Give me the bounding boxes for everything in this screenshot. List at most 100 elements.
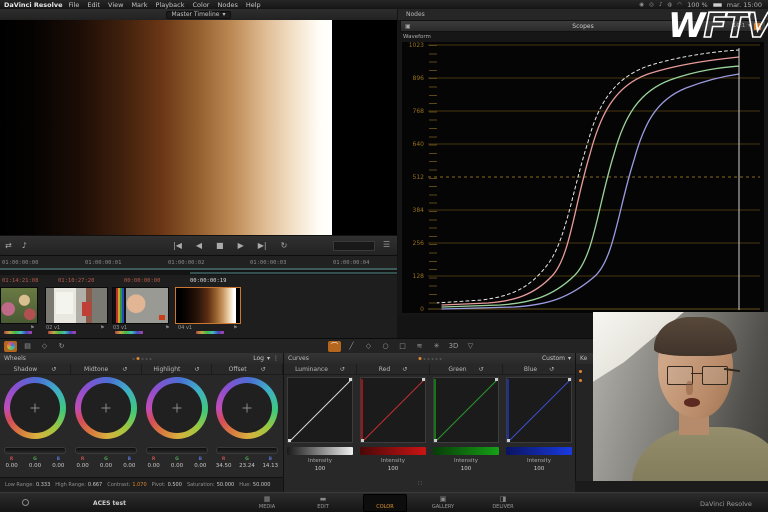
clip-thumbnail-3[interactable] (112, 287, 169, 324)
wheel-crosshair[interactable] (172, 403, 182, 413)
color-wheels-palette-icon[interactable] (4, 340, 17, 352)
hue-value[interactable]: 50.000 (253, 482, 271, 488)
viewer[interactable] (0, 20, 397, 235)
wheels-mode-dropdown[interactable]: Log ▾ ⋮ (253, 355, 283, 362)
options-menu-icon[interactable]: ⋮ (273, 355, 279, 362)
luminance-curve-editor[interactable] (287, 377, 353, 443)
status-icon-1[interactable]: ◉ (639, 2, 644, 8)
list-view-icon[interactable]: ☰ (383, 240, 390, 249)
blue-intensity-value[interactable]: 100 (506, 466, 572, 472)
step-forward-button[interactable]: ▶| (253, 241, 272, 250)
menu-mark[interactable]: Mark (131, 1, 147, 9)
channel-green[interactable]: Green ↺ (430, 364, 503, 374)
project-name[interactable]: ACES test (93, 500, 126, 507)
shadow-master-slider[interactable] (4, 447, 66, 454)
viewer-header: Master Timeline ▾ (0, 9, 397, 20)
page-color-active[interactable]: COLOR (363, 494, 407, 512)
highlight-master-slider[interactable] (146, 447, 208, 454)
reset-icon[interactable]: ↺ (549, 366, 554, 373)
reset-icon[interactable]: ↺ (402, 366, 407, 373)
timeline-ruler[interactable]: 01:00:00:00 01:00:00:01 01:00:00:02 01:0… (0, 255, 397, 268)
clip-thumbnail-2[interactable] (45, 287, 108, 324)
offset-master-slider[interactable] (216, 447, 278, 454)
reset-icon[interactable]: ↺ (194, 366, 199, 373)
play-button[interactable]: ▶ (233, 241, 249, 250)
reset-icon[interactable]: ↺ (340, 366, 345, 373)
blue-curve-editor[interactable] (506, 377, 572, 443)
blur-icon[interactable]: ≋ (413, 341, 426, 352)
motion-effects-icon[interactable]: ↻ (55, 341, 68, 352)
menu-file[interactable]: File (69, 1, 80, 9)
channel-luminance[interactable]: Luminance ↺ (284, 364, 357, 374)
tab-offset[interactable]: Offset ↺ (212, 364, 283, 374)
color-wheel-icon (6, 342, 15, 350)
volume-icon[interactable]: ♪ (659, 2, 663, 8)
menu-edit[interactable]: Edit (87, 1, 100, 9)
high-range-value[interactable]: 0.667 (88, 482, 102, 488)
green-curve-editor[interactable] (433, 377, 499, 443)
scope-mode-label[interactable]: Waveform (403, 34, 431, 40)
low-range-value[interactable]: 0.333 (36, 482, 50, 488)
step-back-button[interactable]: ◀ (191, 241, 207, 250)
tab-midtone[interactable]: Midtone ↺ (71, 364, 142, 374)
status-icon-2[interactable]: ◎ (649, 2, 654, 8)
page-deliver[interactable]: ◨ DELIVER (481, 495, 525, 510)
menu-view[interactable]: View (108, 1, 123, 9)
pivot-value[interactable]: 0.500 (168, 482, 182, 488)
project-home-icon[interactable] (22, 499, 29, 506)
timeline-selector[interactable]: Master Timeline ▾ (165, 10, 232, 19)
window-circle-icon[interactable]: ○ (379, 341, 392, 352)
menu-color[interactable]: Color (193, 1, 210, 9)
curves-mode-dropdown[interactable]: Custom ▾ (542, 355, 575, 362)
window-square-icon[interactable]: □ (396, 341, 409, 352)
clip-thumbnail-4-selected[interactable] (175, 287, 241, 324)
wheel-crosshair[interactable] (30, 403, 40, 413)
primaries-bars-icon[interactable]: ▤ (21, 341, 34, 352)
red-curve-editor[interactable] (360, 377, 426, 443)
clip-timecode: 01:14:21:08 (2, 278, 39, 284)
audio-icon[interactable]: ♪ (17, 241, 32, 250)
menu-playback[interactable]: Playback (155, 1, 184, 9)
glasses-bridge (691, 372, 704, 375)
menu-help[interactable]: Help (246, 1, 261, 9)
highlight-color-wheel[interactable] (146, 377, 208, 439)
3d-icon[interactable]: 3D (447, 341, 460, 352)
menu-app-name[interactable]: DaVinci Resolve (4, 1, 63, 9)
shuffle-icon[interactable]: ⇄ (0, 241, 17, 250)
page-edit[interactable]: ▬ EDIT (301, 495, 345, 510)
curves-palette-icon[interactable]: ⌒ (328, 340, 341, 352)
luminance-intensity-value[interactable]: 100 (287, 466, 353, 472)
channel-blue[interactable]: Blue ↺ (503, 364, 576, 374)
green-intensity-value[interactable]: 100 (433, 466, 499, 472)
qualifier-icon[interactable]: ╱ (345, 341, 358, 352)
reset-icon[interactable]: ↺ (479, 366, 484, 373)
key-icon[interactable]: ▽ (464, 341, 477, 352)
shadow-color-wheel[interactable] (4, 377, 66, 439)
tab-shadow[interactable]: Shadow ↺ (0, 364, 71, 374)
wheel-crosshair[interactable] (242, 403, 252, 413)
clip-thumbnail-1[interactable] (0, 287, 38, 324)
menu-nodes[interactable]: Nodes (217, 1, 237, 9)
channel-red[interactable]: Red ↺ (357, 364, 430, 374)
tab-highlight[interactable]: Highlight ↺ (142, 364, 213, 374)
offset-color-wheel[interactable] (216, 377, 278, 439)
red-intensity-value[interactable]: 100 (360, 466, 426, 472)
reset-icon[interactable]: ↺ (51, 366, 56, 373)
wheel-crosshair[interactable] (101, 403, 111, 413)
loop-button[interactable]: ↻ (276, 241, 293, 250)
reset-icon[interactable]: ↺ (261, 366, 266, 373)
reset-icon[interactable]: ↺ (122, 366, 127, 373)
waveform-scope[interactable]: 1023 896 768 640 512 384 256 128 0 (402, 42, 764, 313)
midtone-color-wheel[interactable] (75, 377, 137, 439)
page-gallery[interactable]: ▣ GALLERY (421, 495, 465, 510)
page-media[interactable]: ▦ MEDIA (245, 495, 289, 510)
rgb-mixer-icon[interactable]: ◇ (38, 341, 51, 352)
contrast-value[interactable]: 1.070 (132, 482, 146, 488)
timecode-entry-box[interactable] (333, 241, 375, 251)
saturation-value[interactable]: 50.000 (217, 482, 235, 488)
tracker-icon[interactable]: ✳ (430, 341, 443, 352)
window-diamond-icon[interactable]: ◇ (362, 341, 375, 352)
stop-button[interactable]: ■ (211, 241, 229, 250)
jump-start-button[interactable]: |◀ (168, 241, 187, 250)
midtone-master-slider[interactable] (75, 447, 137, 454)
